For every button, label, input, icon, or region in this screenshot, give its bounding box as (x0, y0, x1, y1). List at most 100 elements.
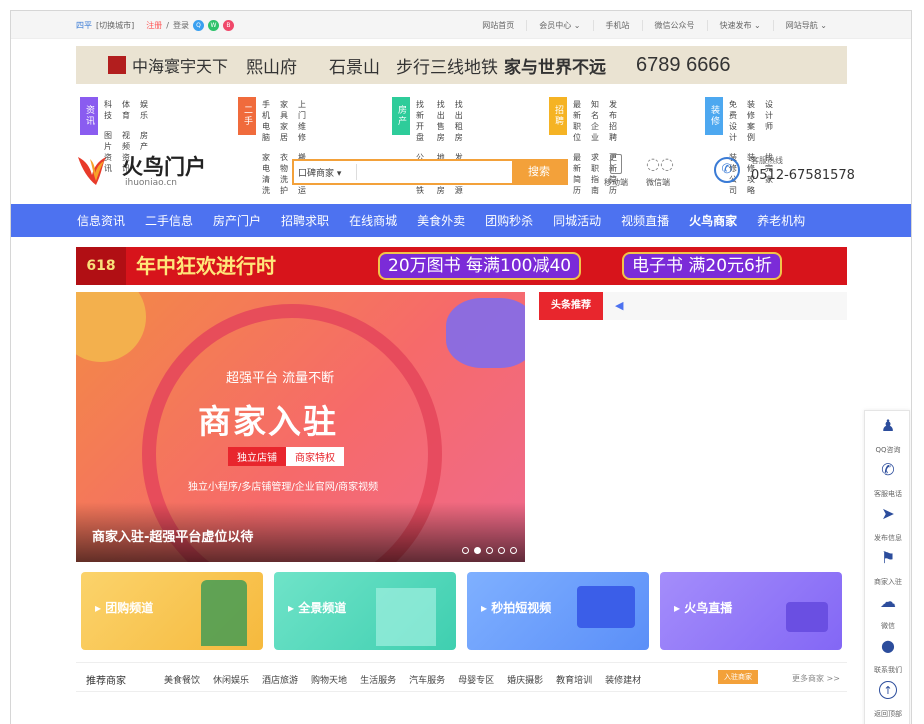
phone-icon: ✆ (881, 460, 895, 479)
cat-link[interactable]: 求职指南 (591, 152, 599, 196)
cat-link[interactable]: 手机电脑 (262, 99, 270, 143)
cat-link[interactable]: 找出售房 (437, 99, 445, 143)
carousel-dot[interactable] (510, 547, 517, 554)
link-publish[interactable]: 快速发布 ⌄ (706, 20, 773, 31)
cat-link[interactable]: 知名企业 (591, 99, 599, 143)
banner-title: 商家入驻 (198, 402, 338, 441)
side-qq[interactable]: ♟ QQ咨询 (865, 411, 911, 455)
channel-label-text: 全景频道 (298, 601, 347, 615)
channel-label-text: 火鸟直播 (684, 601, 733, 615)
carousel-dot[interactable] (462, 547, 469, 554)
merchant-cat-tab[interactable]: 装修建材 (605, 673, 641, 686)
current-city[interactable]: 四平 (76, 20, 92, 31)
switch-city-link[interactable]: [切换城市] (96, 20, 134, 31)
ad-location: 石景山 (329, 57, 381, 78)
side-publish[interactable]: ➤ 发布信息 (865, 499, 911, 543)
ad-banner-realestate[interactable]: 中海寰宇天下 熙山府 石景山 步行三线地铁 家与世界不远 6789 6666 (76, 46, 847, 84)
side-label: 微信 (881, 622, 895, 630)
merchant-cat-tab[interactable]: 酒店旅游 (262, 673, 298, 686)
site-logo[interactable]: 火鸟门户 ihuoniao.cn (76, 151, 216, 191)
merchant-cat-tab[interactable]: 教育培训 (556, 673, 592, 686)
ad-slogan2: 家与世界不远 (504, 57, 607, 78)
nav-item[interactable]: 团购秒杀 (485, 212, 533, 229)
more-merchants-link[interactable]: 更多商家 >> (792, 673, 840, 684)
seal-icon (108, 56, 126, 74)
channel-panorama[interactable]: ▸ 全景频道 (274, 572, 456, 650)
cat-link[interactable]: 科技 (104, 99, 112, 121)
nav-item[interactable]: 招聘求职 (281, 212, 329, 229)
side-wechat[interactable]: ☁ 微信 (865, 587, 911, 631)
channel-live[interactable]: ▸ 火鸟直播 (660, 572, 842, 650)
cat-link[interactable]: 找出租房 (455, 99, 463, 143)
cat-link[interactable]: 找新开盘 (416, 99, 427, 143)
cat-link[interactable]: 最新简历 (573, 152, 581, 196)
ad-slogan: 步行三线地铁 (396, 57, 499, 78)
banner-line1: 超强平台 流量不断 (226, 371, 335, 386)
link-sitenav[interactable]: 网站导航 ⌄ (772, 20, 839, 31)
nav-item[interactable]: 同城活动 (553, 212, 601, 229)
register-link[interactable]: 注册 (146, 20, 162, 31)
side-backtop[interactable]: ↑ 返回顶部 (865, 675, 911, 719)
phone-icon: ✆ (714, 157, 740, 183)
nav-item[interactable]: 信息资讯 (77, 212, 125, 229)
nav-item[interactable]: 养老机构 (757, 212, 805, 229)
join-merchant-button[interactable]: 入驻商家 (718, 670, 758, 684)
nav-item[interactable]: 二手信息 (145, 212, 193, 229)
side-merchant[interactable]: ⚑ 商家入驻 (865, 543, 911, 587)
cat-link[interactable]: 免费设计 (729, 99, 737, 143)
cat-link[interactable]: 娱乐 (140, 99, 148, 121)
search-scope-select[interactable]: 口碑商家 ▾ (298, 166, 341, 179)
cat-link[interactable]: 设计师 (765, 99, 773, 143)
cat-link[interactable]: 发布招聘 (609, 99, 617, 143)
headline-tag: 头条推荐 (539, 292, 603, 320)
ad-banner-618[interactable]: 618 年中狂欢进行时 20万图书 每满100减40 电子书 满20元6折 (76, 247, 847, 285)
cat-link[interactable]: 衣物洗护 (280, 152, 288, 196)
hero-carousel[interactable]: 超强平台 流量不断 商家入驻 独立店铺 商家特权 独立小程序/多店铺管理/企业官… (76, 292, 525, 562)
link-mobile[interactable]: 手机站 (592, 20, 642, 31)
channel-shortvideo[interactable]: ▸ 秒拍短视频 (467, 572, 649, 650)
cat-link[interactable]: 体育 (122, 99, 130, 121)
link-wechat[interactable]: 微信公众号 (641, 20, 707, 31)
link-home[interactable]: 网站首页 (470, 20, 526, 31)
cat-link[interactable]: 家具家居 (280, 99, 288, 143)
deco-blob (76, 292, 146, 362)
video-illustration (577, 586, 635, 628)
link-member[interactable]: 会员中心 ⌄ (526, 20, 592, 31)
search-input[interactable] (360, 161, 510, 183)
mobile-qr[interactable]: 移动端 (599, 154, 633, 188)
merchant-cat-tab[interactable]: 休闲娱乐 (213, 673, 249, 686)
merchant-cat-tab[interactable]: 购物天地 (311, 673, 347, 686)
carousel-dot-active[interactable] (474, 547, 481, 554)
merchant-cat-tab[interactable]: 母婴专区 (458, 673, 494, 686)
wechat-login-icon[interactable]: W (207, 20, 219, 31)
login-link[interactable]: 登录 (173, 20, 189, 31)
nav-item[interactable]: 视频直播 (621, 212, 669, 229)
channel-groupbuy[interactable]: ▸ 团购频道 (81, 572, 263, 650)
nav-item[interactable]: 房产门户 (213, 212, 261, 229)
ad-deal: 20万图书 每满100减40 (378, 252, 582, 280)
weibo-login-icon[interactable]: B (222, 20, 234, 31)
carousel-dot[interactable] (486, 547, 493, 554)
nav-item-active[interactable]: 火鸟商家 (689, 212, 737, 229)
carousel-dot[interactable] (498, 547, 505, 554)
merchant-cat-tab[interactable]: 美食餐饮 (164, 673, 200, 686)
banner-caption[interactable]: 商家入驻-超强平台虚位以待 (92, 526, 253, 545)
hotline-number: 0512-67581578 (751, 168, 855, 183)
qq-login-icon[interactable]: Q (192, 20, 204, 31)
cat-link[interactable]: 家电清洗 (262, 152, 270, 196)
nav-item[interactable]: 在线商城 (349, 212, 397, 229)
side-label: 返回顶部 (874, 710, 902, 718)
nav-item[interactable]: 美食外卖 (417, 212, 465, 229)
channel-label: ▸ 秒拍短视频 (481, 601, 552, 615)
merchant-cat-tab[interactable]: 生活服务 (360, 673, 396, 686)
cat-link[interactable]: 最新职位 (573, 99, 581, 143)
search-button[interactable]: 搜索 (512, 161, 566, 183)
cat-link[interactable]: 装修案例 (747, 99, 755, 143)
merchant-cat-tab[interactable]: 汽车服务 (409, 673, 445, 686)
side-contact[interactable]: ● 联系我们 (865, 631, 911, 675)
banner-tab: 独立店铺 (228, 447, 286, 466)
merchant-cat-tab[interactable]: 婚庆摄影 (507, 673, 543, 686)
cat-link[interactable]: 上门维修 (298, 99, 306, 143)
wechat-qr[interactable]: ◌◌ 微信端 (641, 154, 675, 188)
side-phone[interactable]: ✆ 客服电话 (865, 455, 911, 499)
